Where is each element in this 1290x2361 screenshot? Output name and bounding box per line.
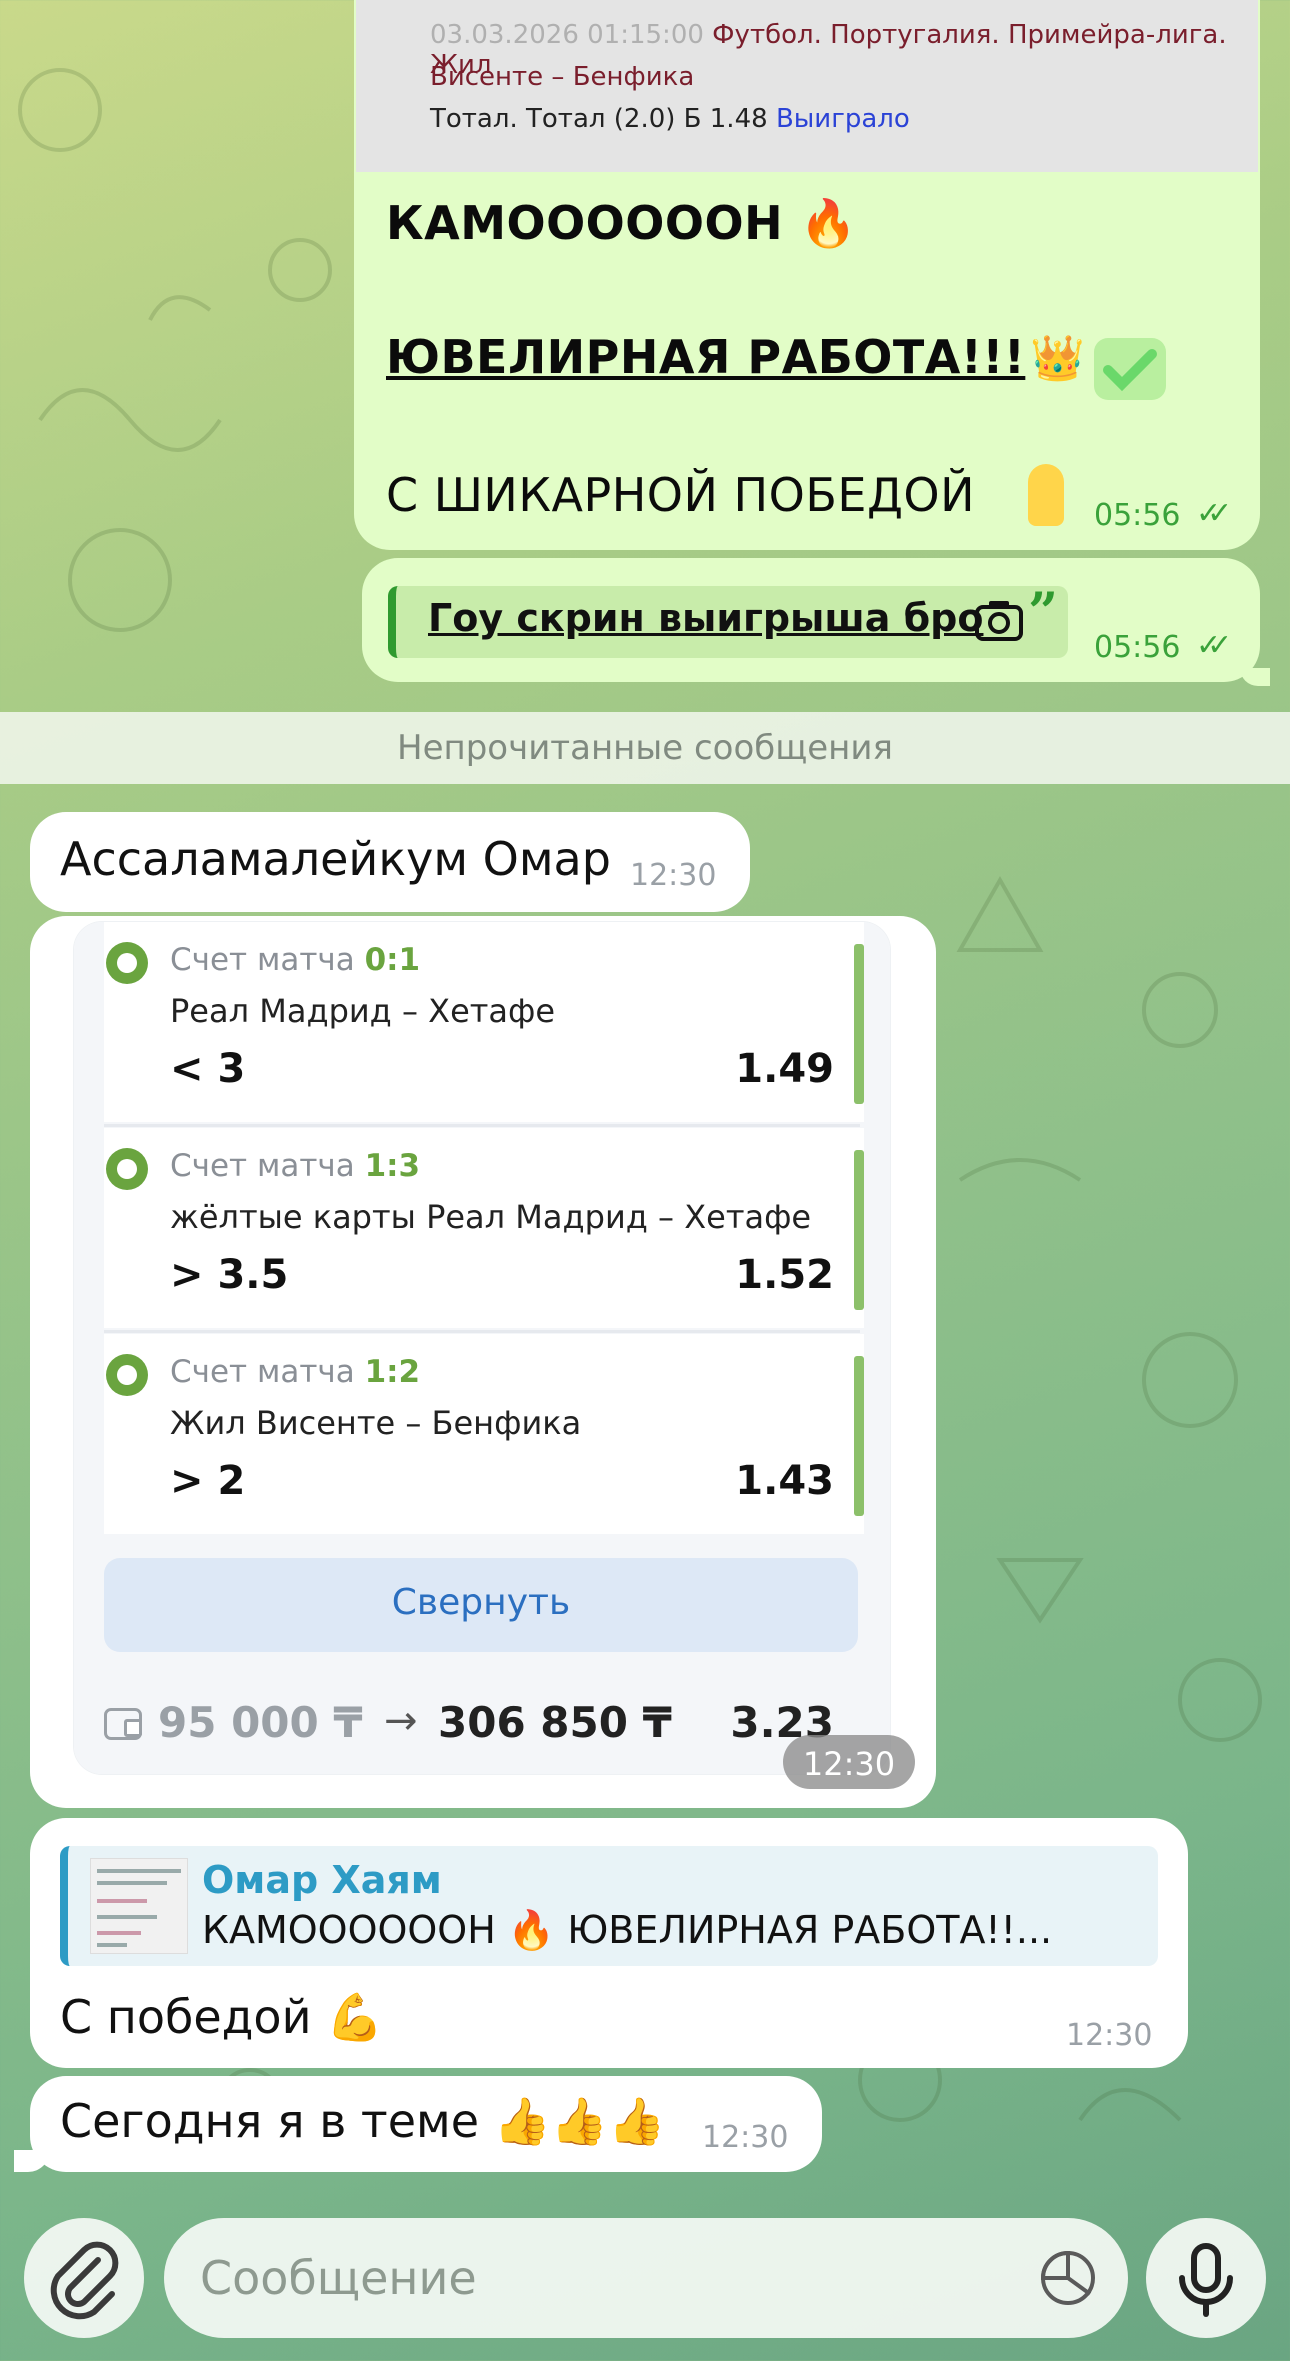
message-line-3: С ШИКАРНОЙ ПОБЕДОЙ (386, 468, 976, 522)
unread-separator: Непрочитанные сообщения (0, 712, 1290, 784)
arrow-right-icon: → (384, 1698, 418, 1744)
bet-item: Счет матча 1:3 жёлтые карты Реал Мадрид … (104, 1128, 864, 1328)
bet-match: Жил Висенте – Бенфика (170, 1404, 582, 1442)
image-time-pill: 12:30 (783, 1735, 915, 1789)
bet-match: Реал Мадрид – Хетафе (170, 992, 556, 1030)
quote-block[interactable]: Гоу скрин выигрыша бро ” (388, 582, 1068, 658)
bet-label: Счет матча (170, 1148, 355, 1184)
soccer-ball-icon (106, 1354, 148, 1396)
bet-pick: > 2 (170, 1458, 246, 1504)
microphone-button[interactable] (1146, 2218, 1266, 2338)
collapse-button[interactable]: Свернуть (104, 1558, 858, 1652)
checkmark-emoji-icon (1094, 337, 1167, 400)
bet-match: жёлтые карты Реал Мадрид – Хетафе (170, 1198, 812, 1236)
quote-time: 05:56 (1094, 630, 1181, 665)
soccer-ball-icon (106, 942, 148, 984)
message-input[interactable] (200, 2244, 1020, 2312)
bet-date: 03.03.2026 01:15:00 (430, 20, 704, 50)
attach-button[interactable] (24, 2218, 144, 2338)
quote-mark-icon: ” (1028, 582, 1058, 643)
quote-text: Гоу скрин выигрыша бро (428, 596, 984, 640)
bet-item: Счет матча 1:2 Жил Висенте – Бенфика > 2… (104, 1334, 864, 1534)
bet-label: Счет матча (170, 1354, 355, 1390)
message-line-1: КАМООООООН 🔥 (386, 196, 858, 250)
bet-screenshot-preview[interactable]: 03.03.2026 01:15:00 Футбол. Португалия. … (356, 0, 1258, 172)
bet-score: 1:2 (364, 1354, 421, 1390)
payout-amount: 306 850 ₸ (438, 1698, 672, 1747)
reply-quote[interactable]: Омар Хаям КАМООООООН 🔥 ЮВЕЛИРНАЯ РАБОТА!… (60, 1846, 1158, 1966)
reply-thumbnail (90, 1858, 188, 1954)
reply-author: Омар Хаям (202, 1858, 442, 1902)
bubble-tail (1240, 668, 1270, 686)
congrats-time: 12:30 (1066, 2018, 1153, 2053)
bet-card[interactable]: Счет матча 0:1 Реал Мадрид – Хетафе < 3 … (74, 922, 890, 1774)
camera-icon (975, 601, 1023, 641)
paperclip-icon (50, 2241, 119, 2320)
bet-odds: 1.52 (735, 1252, 834, 1298)
soccer-ball-icon (106, 1148, 148, 1190)
bet-item: Счет матча 0:1 Реал Мадрид – Хетафе < 3 … (104, 922, 864, 1122)
bet-status-bar (854, 1356, 864, 1516)
bet-odds: 1.49 (735, 1046, 834, 1092)
read-ticks-icon: ✓✓ (1196, 496, 1232, 531)
sticker-icon[interactable] (1038, 2248, 1098, 2308)
bet-match-line2: Висенте – Бенфика (430, 62, 695, 92)
bet-result: Выиграло (775, 104, 910, 134)
crown-emoji: 👑 (1030, 333, 1086, 384)
bet-summary: 95 000 ₸ → 306 850 ₸ 3.23 (104, 1698, 864, 1758)
microphone-icon (1179, 2243, 1233, 2317)
read-ticks-icon: ✓✓ (1196, 628, 1232, 663)
message-time: 05:56 (1094, 498, 1181, 533)
stake-amount: 95 000 ₸ (158, 1698, 363, 1747)
bet-line: Тотал. Тотал (2.0) Б 1.48 (430, 104, 768, 134)
congrats-text: С победой 💪 (60, 1990, 384, 2044)
message-input-field[interactable] (164, 2218, 1128, 2338)
bet-status-bar (854, 1150, 864, 1310)
bet-label: Счет матча (170, 942, 355, 978)
divider (104, 1330, 860, 1333)
reply-snippet: КАМООООООН 🔥 ЮВЕЛИРНАЯ РАБОТА!!... (202, 1908, 1053, 1952)
bet-odds: 1.43 (735, 1458, 834, 1504)
bet-pick: > 3.5 (170, 1252, 289, 1298)
bet-pick: < 3 (170, 1046, 246, 1092)
last-message-time: 12:30 (702, 2120, 789, 2155)
bet-status-bar (854, 944, 864, 1104)
greeting-text: Ассаламалейкум Омар (60, 832, 611, 886)
message-line-2: ЮВЕЛИРНАЯ РАБОТА!!! (386, 330, 1026, 384)
card-time: 12:30 (802, 1745, 896, 1783)
bet-score: 0:1 (364, 942, 421, 978)
bubble-tail (14, 2150, 50, 2172)
collapse-label: Свернуть (391, 1582, 571, 1623)
bet-score: 1:3 (364, 1148, 421, 1184)
sticker-emoji-icon (1028, 464, 1064, 526)
greeting-time: 12:30 (630, 858, 717, 893)
wallet-icon (104, 1708, 142, 1740)
unread-label: Непрочитанные сообщения (397, 728, 893, 768)
divider (104, 1124, 860, 1127)
last-message-text: Сегодня я в теме 👍👍👍 (60, 2094, 666, 2148)
